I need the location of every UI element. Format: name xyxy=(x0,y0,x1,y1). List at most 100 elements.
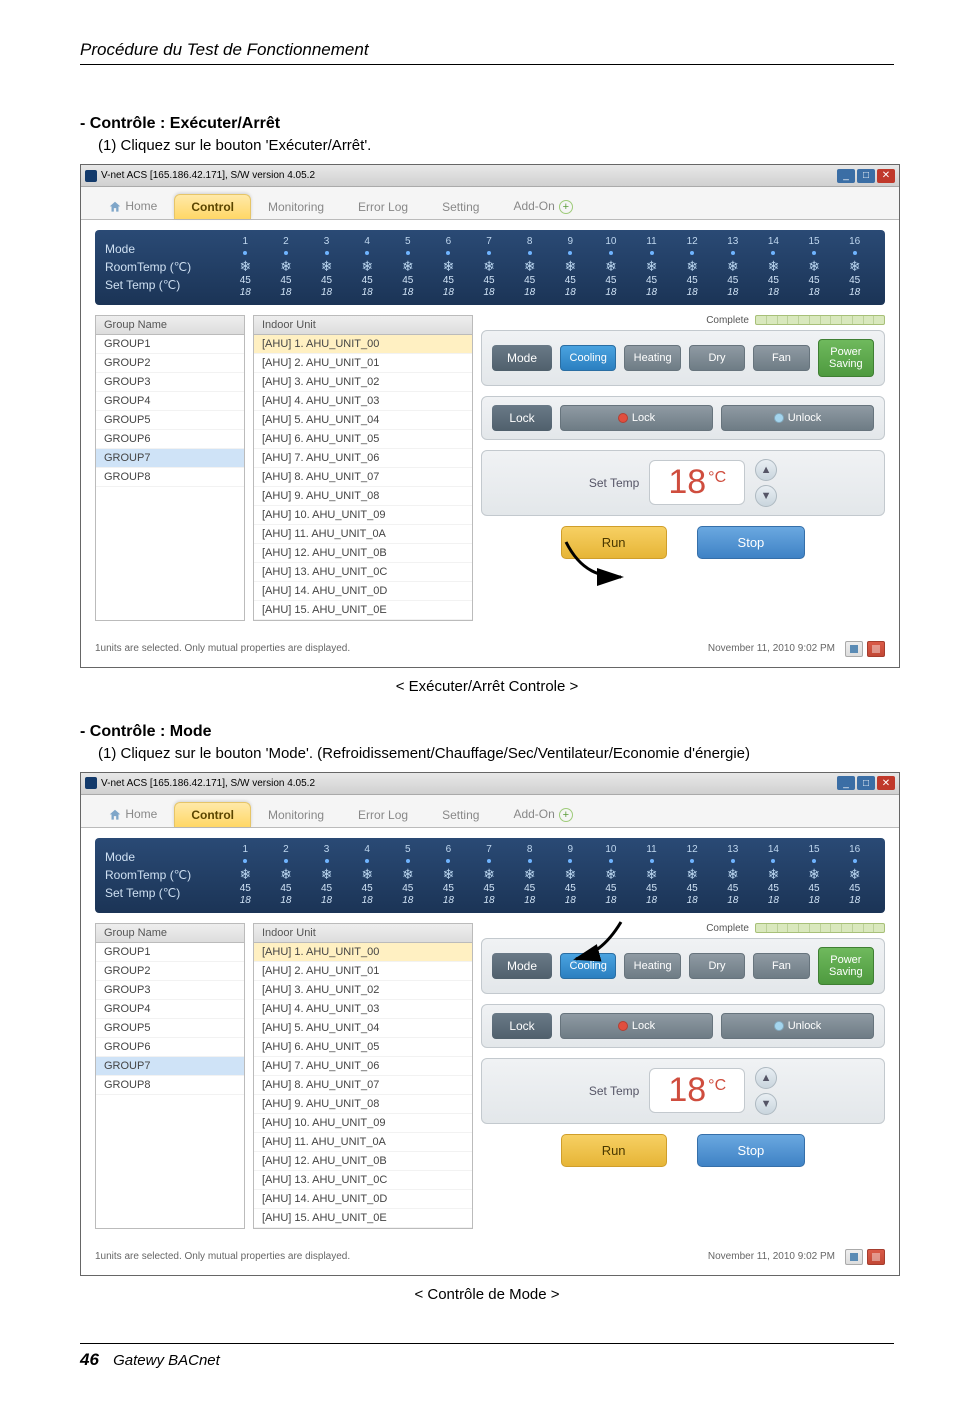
unit-cell[interactable]: 2❄4518 xyxy=(266,236,307,299)
unit-cell[interactable]: 1❄4518 xyxy=(225,844,266,907)
unit-cell[interactable]: 11❄4518 xyxy=(631,236,672,299)
tab-control[interactable]: Control xyxy=(174,802,251,827)
list-item[interactable]: [AHU] 13. AHU_UNIT_0C xyxy=(254,563,472,582)
list-item[interactable]: [AHU] 8. AHU_UNIT_07 xyxy=(254,468,472,487)
list-item[interactable]: GROUP3 xyxy=(96,373,244,392)
footer-icon-2[interactable] xyxy=(867,641,885,657)
tab-monitoring[interactable]: Monitoring xyxy=(251,802,341,827)
unit-cell[interactable]: 4❄4518 xyxy=(347,236,388,299)
list-item[interactable]: [AHU] 10. AHU_UNIT_09 xyxy=(254,506,472,525)
footer-icon-1[interactable] xyxy=(845,641,863,657)
list-item[interactable]: GROUP6 xyxy=(96,430,244,449)
unit-cell[interactable]: 5❄4518 xyxy=(388,844,429,907)
list-item[interactable]: [AHU] 9. AHU_UNIT_08 xyxy=(254,1095,472,1114)
tab-setting[interactable]: Setting xyxy=(425,802,496,827)
list-item[interactable]: [AHU] 15. AHU_UNIT_0E xyxy=(254,601,472,620)
unit-cell[interactable]: 12❄4518 xyxy=(672,236,713,299)
stop-button[interactable]: Stop xyxy=(697,1134,806,1167)
run-button[interactable]: Run xyxy=(561,1134,667,1167)
list-item[interactable]: [AHU] 6. AHU_UNIT_05 xyxy=(254,1038,472,1057)
list-item[interactable]: [AHU] 9. AHU_UNIT_08 xyxy=(254,487,472,506)
list-item[interactable]: [AHU] 1. AHU_UNIT_00 xyxy=(254,335,472,354)
unit-cell[interactable]: 16❄4518 xyxy=(834,236,875,299)
unlock-button[interactable]: Unlock xyxy=(721,1013,874,1039)
run-button[interactable]: Run xyxy=(561,526,667,559)
list-item[interactable]: [AHU] 7. AHU_UNIT_06 xyxy=(254,1057,472,1076)
tab-control[interactable]: Control xyxy=(174,194,251,219)
unlock-button[interactable]: Unlock xyxy=(721,405,874,431)
temp-up-button[interactable]: ▲ xyxy=(755,1067,777,1089)
fan-button[interactable]: Fan xyxy=(753,953,809,979)
list-item[interactable]: [AHU] 4. AHU_UNIT_03 xyxy=(254,1000,472,1019)
list-item[interactable]: [AHU] 13. AHU_UNIT_0C xyxy=(254,1171,472,1190)
unit-cell[interactable]: 12❄4518 xyxy=(672,844,713,907)
unit-cell[interactable]: 15❄4518 xyxy=(794,844,835,907)
list-item[interactable]: GROUP4 xyxy=(96,1000,244,1019)
maximize-button[interactable]: □ xyxy=(857,169,875,183)
unit-cell[interactable]: 11❄4518 xyxy=(631,844,672,907)
unit-cell[interactable]: 14❄4518 xyxy=(753,844,794,907)
list-item[interactable]: [AHU] 14. AHU_UNIT_0D xyxy=(254,582,472,601)
unit-cell[interactable]: 14❄4518 xyxy=(753,236,794,299)
fan-button[interactable]: Fan xyxy=(753,345,809,371)
power-saving-button[interactable]: Power Saving xyxy=(818,339,874,377)
footer-icon-1[interactable] xyxy=(845,1249,863,1265)
unit-cell[interactable]: 10❄4518 xyxy=(591,844,632,907)
list-item[interactable]: GROUP1 xyxy=(96,943,244,962)
list-item[interactable]: [AHU] 14. AHU_UNIT_0D xyxy=(254,1190,472,1209)
tab-home[interactable]: Home xyxy=(91,193,174,219)
list-item[interactable]: [AHU] 2. AHU_UNIT_01 xyxy=(254,962,472,981)
list-item[interactable]: GROUP2 xyxy=(96,354,244,373)
unit-cell[interactable]: 3❄4518 xyxy=(306,844,347,907)
list-item[interactable]: GROUP6 xyxy=(96,1038,244,1057)
list-item[interactable]: GROUP5 xyxy=(96,411,244,430)
list-item[interactable]: [AHU] 10. AHU_UNIT_09 xyxy=(254,1114,472,1133)
list-item[interactable]: GROUP7 xyxy=(96,449,244,468)
power-saving-button[interactable]: Power Saving xyxy=(818,947,874,985)
list-item[interactable]: [AHU] 4. AHU_UNIT_03 xyxy=(254,392,472,411)
close-button[interactable]: ✕ xyxy=(877,169,895,183)
cooling-button[interactable]: Cooling xyxy=(560,953,616,979)
list-item[interactable]: [AHU] 11. AHU_UNIT_0A xyxy=(254,525,472,544)
unit-cell[interactable]: 10❄4518 xyxy=(591,236,632,299)
heating-button[interactable]: Heating xyxy=(624,953,680,979)
unit-cell[interactable]: 9❄4518 xyxy=(550,844,591,907)
list-item[interactable]: [AHU] 3. AHU_UNIT_02 xyxy=(254,373,472,392)
list-item[interactable]: [AHU] 2. AHU_UNIT_01 xyxy=(254,354,472,373)
tab-monitoring[interactable]: Monitoring xyxy=(251,194,341,219)
cooling-button[interactable]: Cooling xyxy=(560,345,616,371)
unit-cell[interactable]: 15❄4518 xyxy=(794,236,835,299)
unit-list[interactable]: [AHU] 1. AHU_UNIT_00[AHU] 2. AHU_UNIT_01… xyxy=(253,335,473,621)
list-item[interactable]: [AHU] 12. AHU_UNIT_0B xyxy=(254,1152,472,1171)
unit-cell[interactable]: 5❄4518 xyxy=(388,236,429,299)
list-item[interactable]: [AHU] 3. AHU_UNIT_02 xyxy=(254,981,472,1000)
list-item[interactable]: GROUP3 xyxy=(96,981,244,1000)
tab-addon[interactable]: Add-On+ xyxy=(496,193,589,219)
list-item[interactable]: [AHU] 5. AHU_UNIT_04 xyxy=(254,411,472,430)
tab-error-log[interactable]: Error Log xyxy=(341,194,425,219)
unit-cell[interactable]: 7❄4518 xyxy=(469,236,510,299)
dry-button[interactable]: Dry xyxy=(689,953,745,979)
list-item[interactable]: GROUP1 xyxy=(96,335,244,354)
list-item[interactable]: GROUP7 xyxy=(96,1057,244,1076)
list-item[interactable]: [AHU] 6. AHU_UNIT_05 xyxy=(254,430,472,449)
stop-button[interactable]: Stop xyxy=(697,526,806,559)
list-item[interactable]: [AHU] 1. AHU_UNIT_00 xyxy=(254,943,472,962)
unit-cell[interactable]: 6❄4518 xyxy=(428,844,469,907)
list-item[interactable]: GROUP8 xyxy=(96,468,244,487)
lock-button[interactable]: Lock xyxy=(560,405,713,431)
minimize-button[interactable]: _ xyxy=(837,169,855,183)
group-list[interactable]: GROUP1GROUP2GROUP3GROUP4GROUP5GROUP6GROU… xyxy=(95,943,245,1229)
unit-cell[interactable]: 16❄4518 xyxy=(834,844,875,907)
temp-up-button[interactable]: ▲ xyxy=(755,459,777,481)
maximize-button[interactable]: □ xyxy=(857,776,875,790)
unit-cell[interactable]: 1❄4518 xyxy=(225,236,266,299)
list-item[interactable]: [AHU] 12. AHU_UNIT_0B xyxy=(254,544,472,563)
temp-down-button[interactable]: ▼ xyxy=(755,1093,777,1115)
list-item[interactable]: GROUP8 xyxy=(96,1076,244,1095)
unit-cell[interactable]: 8❄4518 xyxy=(509,236,550,299)
list-item[interactable]: [AHU] 15. AHU_UNIT_0E xyxy=(254,1209,472,1228)
unit-list[interactable]: [AHU] 1. AHU_UNIT_00[AHU] 2. AHU_UNIT_01… xyxy=(253,943,473,1229)
dry-button[interactable]: Dry xyxy=(689,345,745,371)
list-item[interactable]: [AHU] 11. AHU_UNIT_0A xyxy=(254,1133,472,1152)
